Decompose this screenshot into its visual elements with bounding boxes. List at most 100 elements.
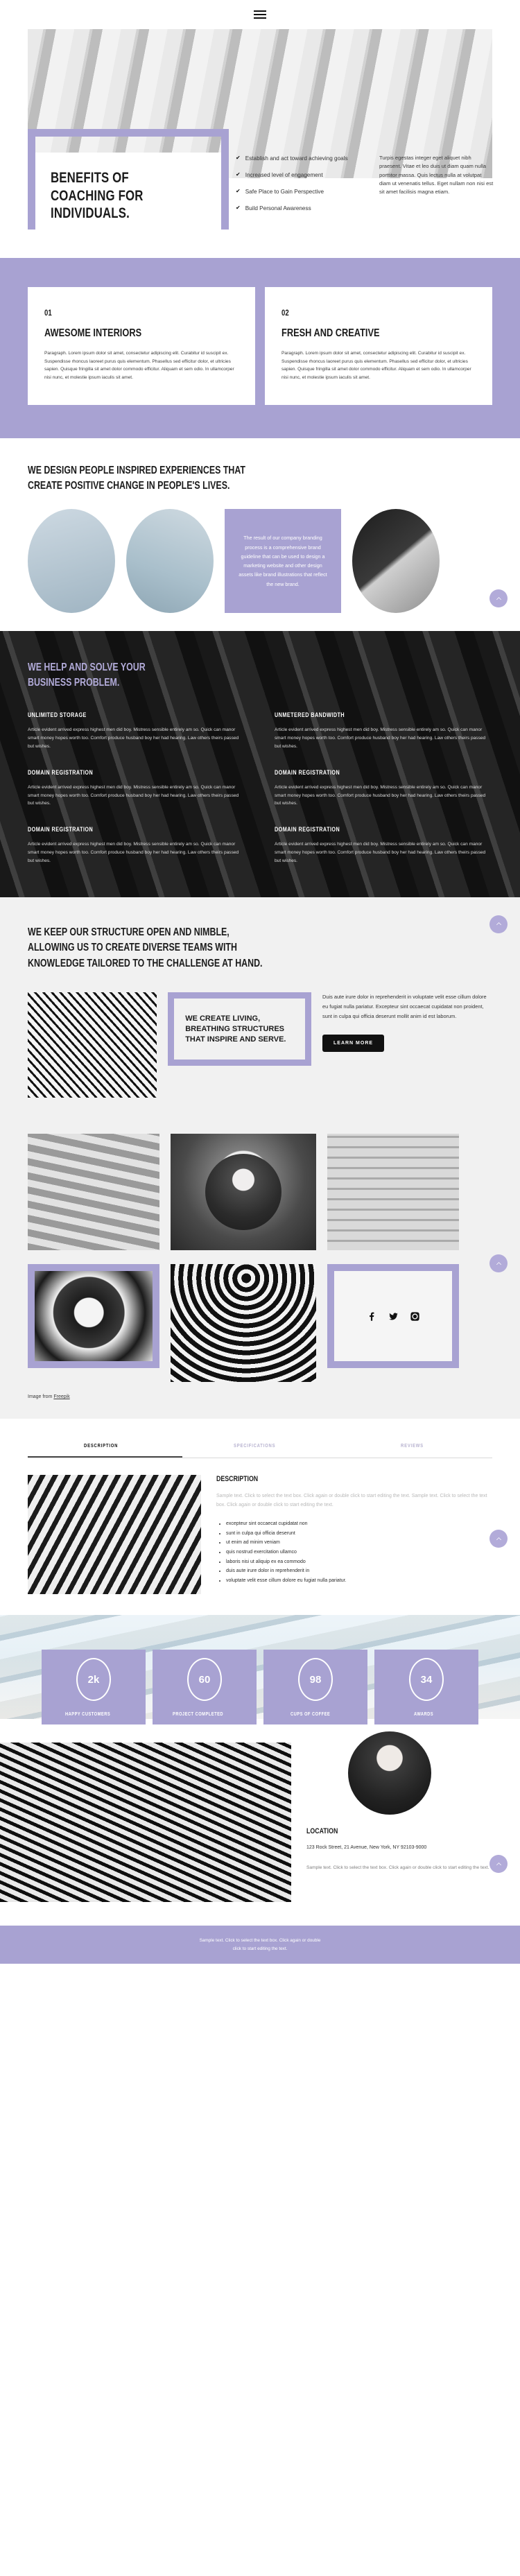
checklist-label: Increased level of engagement <box>245 172 323 179</box>
quote-box: WE CREATE LIVING, BREATHING STRUCTURES T… <box>168 992 311 1066</box>
footer-line-2: click to start editing the text. <box>232 1946 288 1951</box>
hero-text-panel: BENEFITS OF COACHING FOR INDIVIDUALS. <box>35 153 221 241</box>
feature-block: DOMAIN REGISTRATION Article evident arriv… <box>28 769 245 809</box>
chevron-up-icon <box>496 1537 501 1540</box>
feature-body: Article evident arrived express highest … <box>275 842 486 863</box>
quote-text: WE CREATE LIVING, BREATHING STRUCTURES T… <box>185 1014 286 1044</box>
facebook-icon[interactable] <box>367 1311 377 1322</box>
card-number: 02 <box>281 308 289 318</box>
structure-heading-line3: KNOWLEDGE TAILORED TO THE CHALLENGE AT H… <box>28 957 263 969</box>
features-grid: UNLIMITED STORAGE Article evident arrived… <box>28 711 492 865</box>
design-gallery: The result of our company branding proce… <box>0 501 520 631</box>
stat-card: 98 CUPS OF COFFEE <box>263 1650 367 1725</box>
location-image <box>0 1743 291 1903</box>
chevron-up-icon <box>496 922 501 926</box>
tab-reviews[interactable]: REVIEWS <box>338 1442 492 1458</box>
feature-card: 02 FRESH AND CREATIVE Paragraph. Lorem i… <box>265 287 492 406</box>
freepik-link[interactable]: Freepik <box>53 1394 69 1399</box>
list-item: excepteur sint occaecat cupidatat non <box>226 1519 492 1529</box>
avatar <box>205 1154 281 1231</box>
dark-heading: WE HELP AND SOLVE YOUR BUSINESS PROBLEM. <box>28 660 492 691</box>
checklist-label: Build Personal Awareness <box>245 205 311 212</box>
stat-value: 2k <box>76 1658 111 1702</box>
feature-title: DOMAIN REGISTRATION <box>28 768 94 776</box>
hamburger-menu-icon[interactable] <box>254 10 266 19</box>
list-item: duis aute irure dolor in reprehenderit i… <box>226 1566 492 1576</box>
card-title: AWESOME INTERIORS <box>44 327 142 339</box>
list-item: laboris nisi ut aliquip ex ea commodo <box>226 1557 492 1567</box>
check-icon: ✔ <box>236 188 241 195</box>
tab-specifications[interactable]: SPECIFICATIONS <box>182 1442 337 1458</box>
design-heading-line1: WE DESIGN PEOPLE INSPIRED EXPERIENCES TH… <box>28 465 245 477</box>
photo-row-1 <box>28 1118 492 1257</box>
scroll-to-top-button[interactable] <box>489 589 508 608</box>
feature-body: Article evident arrived express highest … <box>275 784 486 806</box>
tab-bar: DESCRIPTION SPECIFICATIONS REVIEWS <box>28 1442 492 1459</box>
check-icon: ✔ <box>236 205 241 211</box>
feature-body: Article evident arrived express highest … <box>28 784 239 806</box>
structure-heading-line1: WE KEEP OUR STRUCTURE OPEN AND NIMBLE, <box>28 926 229 938</box>
stat-value: 98 <box>298 1658 333 1702</box>
gallery-image <box>327 1134 459 1251</box>
location-section: LOCATION 123 Rock Street, 21 Avenue, New… <box>0 1719 520 1903</box>
tab-description[interactable]: DESCRIPTION <box>28 1442 183 1458</box>
feature-title: UNMETERED BANDWIDTH <box>275 711 345 719</box>
gallery-portrait-image <box>171 1134 316 1251</box>
chevron-up-icon <box>496 596 501 600</box>
list-item: quis nostrud exercitation ullamco <box>226 1548 492 1557</box>
feature-title: UNLIMITED STORAGE <box>28 711 87 719</box>
stat-label: CUPS OF COFFEE <box>291 1711 331 1718</box>
description-title: DESCRIPTION <box>216 1475 259 1484</box>
design-section: WE DESIGN PEOPLE INSPIRED EXPERIENCES TH… <box>0 438 520 501</box>
instagram-icon[interactable] <box>410 1311 420 1322</box>
stat-card: 34 AWARDS <box>374 1650 478 1725</box>
chevron-up-icon <box>496 1862 501 1865</box>
gallery-image <box>28 1134 159 1251</box>
benefits-checklist: ✔ Establish and act toward achieving goal… <box>236 154 364 221</box>
structure-copy: Duis aute irure dolor in reprehenderit i… <box>322 992 492 1053</box>
check-icon: ✔ <box>236 171 241 178</box>
feature-body: Article evident arrived express highest … <box>28 842 239 863</box>
list-item: voluptate velit esse cillum dolore eu fu… <box>226 1576 492 1586</box>
feature-block: DOMAIN REGISTRATION Article evident arriv… <box>275 769 492 809</box>
description-panel: DESCRIPTION Sample text. Click to select… <box>28 1458 492 1615</box>
gallery-oval-image <box>352 509 440 614</box>
gallery-oval-image <box>126 509 214 614</box>
design-heading-line2: CREATE POSITIVE CHANGE IN PEOPLE'S LIVES… <box>28 480 230 492</box>
page-title: BENEFITS OF COACHING FOR INDIVIDUALS. <box>51 170 144 222</box>
footer-line-1: Sample text. Click to select the text bo… <box>199 1938 321 1944</box>
dark-heading-line2: BUSINESS PROBLEM. <box>28 677 120 689</box>
location-note: Sample text. Click to select the text bo… <box>306 1865 489 1870</box>
stat-label: AWARDS <box>414 1711 434 1718</box>
brand-callout: The result of our company branding proce… <box>225 509 341 614</box>
location-title: LOCATION <box>306 1827 338 1836</box>
description-bullets: excepteur sint occaecat cupidatat non su… <box>216 1519 492 1585</box>
scroll-to-top-button[interactable] <box>489 1530 508 1548</box>
structure-section: WE KEEP OUR STRUCTURE OPEN AND NIMBLE, A… <box>0 897 520 1119</box>
learn-more-button[interactable]: LEARN MORE <box>322 1035 385 1053</box>
scroll-to-top-button[interactable] <box>489 1254 508 1273</box>
stat-card: 60 PROJECT COMPLETED <box>153 1650 257 1725</box>
feature-block: UNLIMITED STORAGE Article evident arrived… <box>28 711 245 751</box>
stat-label: HAPPY CUSTOMERS <box>65 1711 111 1718</box>
feature-body: Article evident arrived express highest … <box>275 727 486 749</box>
checklist-label: Establish and act toward achieving goals <box>245 155 348 162</box>
dark-heading-line1: WE HELP AND SOLVE YOUR <box>28 662 146 674</box>
structure-heading-line2: ALLOWING US TO CREATE DIVERSE TEAMS WITH <box>28 942 237 954</box>
twitter-icon[interactable] <box>388 1311 399 1322</box>
credit-prefix: Image from <box>28 1394 54 1400</box>
stat-label: PROJECT COMPLETED <box>173 1711 224 1718</box>
scroll-to-top-button[interactable] <box>489 915 508 933</box>
image-credit: Image from Freepik <box>28 1388 492 1419</box>
structure-heading: WE KEEP OUR STRUCTURE OPEN AND NIMBLE, A… <box>28 925 492 971</box>
description-image <box>28 1475 201 1595</box>
list-item: ✔ Safe Place to Gain Perspective <box>236 187 364 196</box>
stats-row: 2k HAPPY CUSTOMERS 60 PROJECT COMPLETED … <box>42 1650 478 1725</box>
card-title: FRESH AND CREATIVE <box>281 327 380 339</box>
stats-section: 2k HAPPY CUSTOMERS 60 PROJECT COMPLETED … <box>0 1615 520 1725</box>
stat-value: 60 <box>187 1658 222 1702</box>
location-address: 123 Rock Street, 21 Avenue, New York, NY… <box>306 1845 427 1851</box>
feature-card: 01 AWESOME INTERIORS Paragraph. Lorem ip… <box>28 287 255 406</box>
chevron-up-icon <box>496 1261 501 1265</box>
list-item: sunt in culpa qui officia deserunt <box>226 1529 492 1539</box>
